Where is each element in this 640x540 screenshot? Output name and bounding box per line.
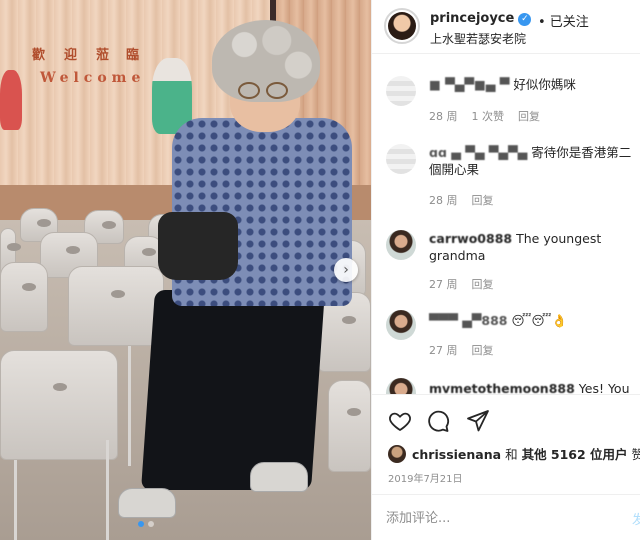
- banner-char: 迎: [64, 48, 78, 63]
- next-photo-button[interactable]: ›: [334, 258, 358, 282]
- chevron-right-icon: ›: [343, 262, 349, 278]
- comment-list[interactable]: ■ ▀▄▀■▄ ▀ 好似你媽咪 28 周 1 次赞 回复 ɑɑ ▄ ▀▄ ▀▄▀…: [372, 54, 640, 394]
- comment-input[interactable]: [386, 507, 616, 529]
- carousel-dot-active: [138, 521, 144, 527]
- banner-welcome: Welcome: [40, 70, 146, 86]
- chair: [0, 350, 118, 460]
- person-shoe-left: [118, 488, 176, 518]
- chair-leg: [14, 460, 17, 540]
- reply-button[interactable]: 回复: [472, 276, 494, 292]
- commenter-username[interactable]: mvmetothemoon888: [429, 381, 575, 394]
- following-status-button[interactable]: • 已关注: [538, 11, 589, 30]
- comment-meta: 28 周 1 次赞 回复: [429, 108, 540, 124]
- chair-leg: [106, 440, 109, 540]
- likes-suffix: 赞了: [631, 447, 640, 462]
- comment-like-count[interactable]: 1 次赞: [472, 108, 505, 124]
- reply-button[interactable]: 回复: [472, 342, 494, 358]
- likes-summary: chrissienana 和 其他 5162 位用户 赞了: [388, 444, 640, 463]
- post-comment-button[interactable]: 发: [632, 509, 640, 528]
- comment-age: 28 周: [429, 110, 458, 123]
- liker-username[interactable]: chrissienana: [412, 447, 501, 462]
- banner-char: 臨: [126, 48, 140, 63]
- comment-meta: 27 周 回复: [429, 342, 494, 358]
- share-icon[interactable]: [466, 409, 490, 433]
- glasses-icon: [236, 82, 292, 100]
- person-shoe-right: [250, 462, 308, 492]
- commenter-username[interactable]: ■ ▀▄▀■▄ ▀: [429, 77, 509, 92]
- author-username-text: princejoyce: [430, 11, 515, 26]
- chair: [68, 266, 164, 346]
- comment-age: 27 周: [429, 344, 458, 357]
- comment-body: ■ ▀▄▀■▄ ▀ 好似你媽咪: [429, 76, 634, 93]
- author-username[interactable]: princejoyce ✓: [430, 11, 532, 26]
- commenter-avatar[interactable]: [386, 144, 416, 174]
- comment-text: Yes! You: [578, 381, 630, 394]
- person-handbag: [158, 212, 238, 280]
- post-panel: princejoyce ✓ • 已关注 上水聖若瑟安老院 ■ ▀▄▀■▄ ▀ 好似…: [371, 0, 640, 540]
- comment-body: ▀▀▀ ▄▀888 😴😴👌: [429, 312, 634, 329]
- paper-cutout-left: [0, 70, 22, 130]
- chair: [328, 380, 371, 472]
- carousel-dots: [138, 521, 154, 527]
- post-location-link[interactable]: 上水聖若瑟安老院: [430, 30, 526, 47]
- reply-button[interactable]: 回复: [472, 192, 494, 208]
- comment-text: 😴😴👌: [511, 313, 568, 328]
- person-pants: [141, 290, 325, 490]
- verified-badge-icon: ✓: [518, 12, 532, 26]
- commenter-username[interactable]: ɑɑ ▄ ▀▄ ▀▄▀▄: [429, 145, 527, 160]
- liker-avatar[interactable]: [388, 445, 406, 463]
- comment-meta: 27 周 回复: [429, 276, 494, 292]
- commenter-username[interactable]: ▀▀▀ ▄▀888: [429, 313, 508, 328]
- comment-icon[interactable]: [426, 409, 450, 433]
- comment-text: 好似你媽咪: [513, 77, 576, 92]
- commenter-avatar[interactable]: [386, 378, 416, 394]
- post-header: princejoyce ✓ • 已关注 上水聖若瑟安老院: [372, 0, 640, 54]
- banner-char: 歡: [32, 48, 46, 63]
- post-date: 2019年7月21日: [388, 474, 463, 485]
- likes-count-link[interactable]: 其他 5162 位用户: [522, 447, 628, 462]
- comment-body: mvmetothemoon888 Yes! You: [429, 380, 634, 394]
- comment-body: ɑɑ ▄ ▀▄ ▀▄▀▄ 寄待你是香港第二個開心果: [429, 144, 634, 178]
- commenter-avatar[interactable]: [386, 76, 416, 106]
- comment-age: 28 周: [429, 194, 458, 207]
- comment-body: carrwo0888 The youngest grandma: [429, 230, 634, 264]
- commenter-avatar[interactable]: [386, 230, 416, 260]
- likes-connector: 和: [505, 447, 518, 462]
- comment-age: 27 周: [429, 278, 458, 291]
- action-bar: [372, 394, 640, 444]
- reply-button[interactable]: 回复: [518, 108, 540, 124]
- add-comment-bar: 发: [372, 494, 640, 540]
- commenter-avatar[interactable]: [386, 310, 416, 340]
- author-avatar[interactable]: [384, 8, 420, 44]
- carousel-dot: [148, 521, 154, 527]
- banner-char: 蒞: [96, 48, 110, 63]
- post-photo[interactable]: 歡 迎 蒞 臨 Welcome ›: [0, 0, 371, 540]
- chair: [0, 262, 48, 332]
- commenter-username[interactable]: carrwo0888: [429, 231, 512, 246]
- chair-leg: [128, 346, 131, 466]
- heart-icon[interactable]: [388, 409, 412, 433]
- comment-meta: 28 周 回复: [429, 192, 494, 208]
